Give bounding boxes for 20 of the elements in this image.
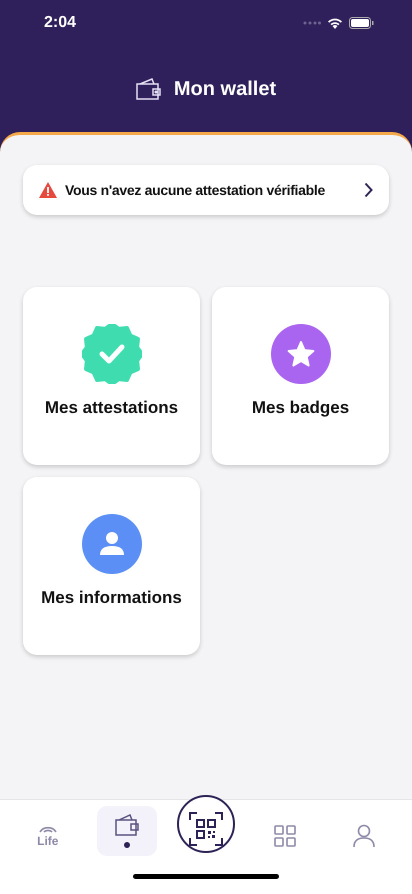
alert-text: Vous n'avez aucune attestation vérifiable: [65, 182, 326, 198]
status-time: 2:04: [44, 14, 76, 32]
page-title: Mon wallet: [174, 78, 276, 100]
menu-card[interactable]: Mes attestations: [23, 287, 200, 465]
qr-code-icon: [188, 812, 223, 846]
selected-dot: [124, 842, 130, 848]
warning-icon: [39, 182, 57, 198]
arc-icon: [38, 826, 57, 832]
wallet-icon: [115, 814, 140, 836]
menu-card[interactable]: Mes informations: [23, 477, 200, 655]
wallet-icon: [136, 78, 162, 100]
alert-banner[interactable]: Vous n'avez aucune attestation vérifiable: [23, 165, 389, 215]
grid-icon: [274, 825, 296, 847]
signal-icon: [303, 21, 321, 25]
battery-icon: [349, 17, 374, 29]
chevron-right-icon: [364, 182, 373, 198]
profile-icon: [353, 824, 376, 848]
tab-button[interactable]: [97, 806, 158, 856]
menu-card[interactable]: Mes badges: [212, 287, 389, 465]
wifi-icon: [327, 17, 343, 29]
